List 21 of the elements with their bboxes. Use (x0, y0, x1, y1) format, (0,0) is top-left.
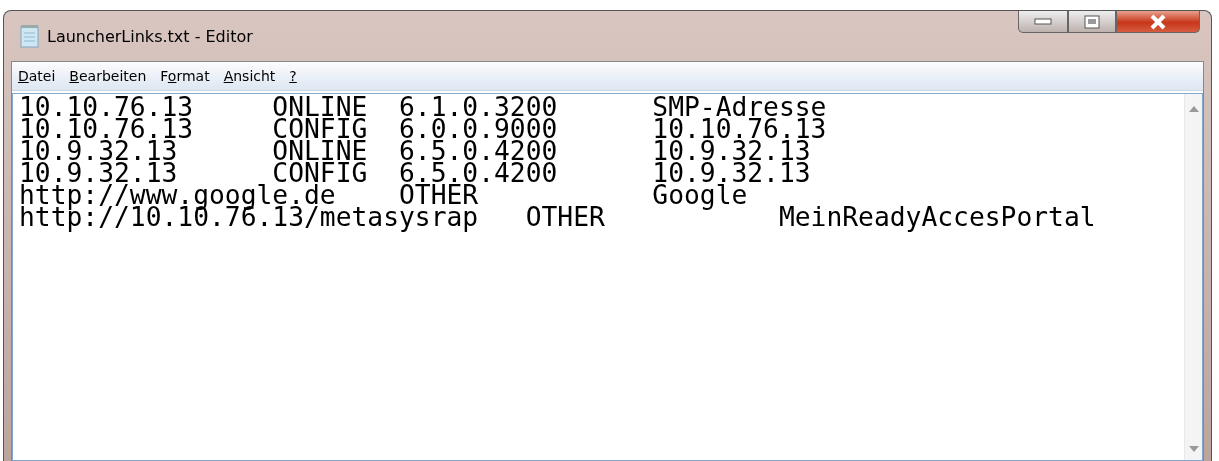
menu-item[interactable]: Format (160, 68, 210, 84)
maximize-button[interactable] (1068, 11, 1116, 33)
window-title: LauncherLinks.txt - Editor (47, 26, 253, 46)
menu-item[interactable]: ? (289, 68, 297, 84)
scrollbar[interactable] (1184, 94, 1202, 460)
notepad-icon (19, 24, 41, 48)
text-line: 10.9.32.13 CONFIG 6.5.0.4200 10.9.32.13 (19, 162, 812, 184)
minimize-button[interactable] (1018, 11, 1068, 33)
close-button[interactable] (1116, 11, 1200, 33)
text-line: 10.10.76.13 CONFIG 6.0.0.9000 10.10.76.13 (19, 118, 828, 140)
scroll-up-arrow-icon[interactable] (1188, 106, 1199, 112)
menu-item[interactable]: Bearbeiten (69, 68, 147, 84)
minimize-icon (1034, 17, 1052, 26)
menu-item[interactable]: Ansicht (223, 68, 276, 84)
menu-item[interactable]: Datei (18, 68, 56, 84)
text-line: 10.9.32.13 ONLINE 6.5.0.4200 10.9.32.13 (19, 140, 811, 162)
close-icon (1149, 13, 1167, 30)
text-area[interactable] (12, 93, 1203, 461)
text-line: 10.10.76.13 ONLINE 6.1.0.3200 SMP-Adresse (19, 96, 828, 118)
maximize-icon (1084, 14, 1100, 29)
scroll-down-arrow-icon[interactable] (1188, 446, 1199, 452)
